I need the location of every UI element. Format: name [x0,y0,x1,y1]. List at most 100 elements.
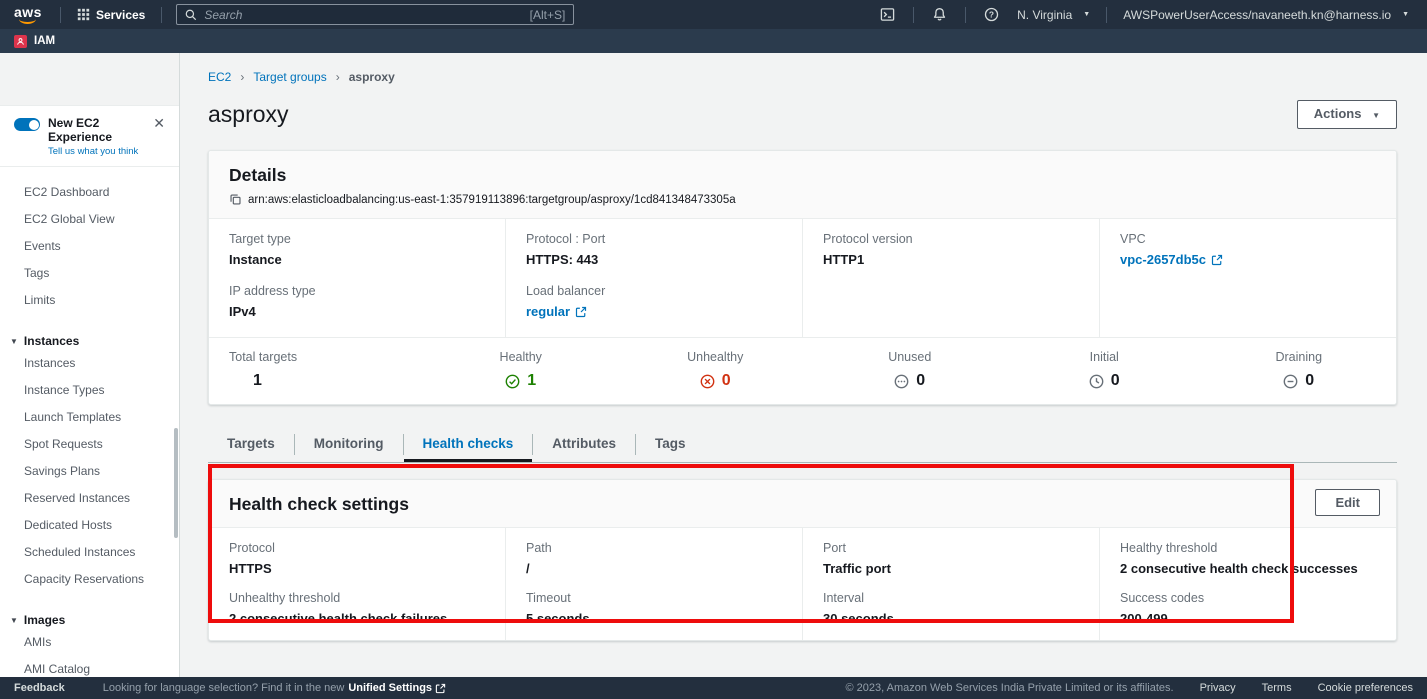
sidebar-item-reserved-instances[interactable]: Reserved Instances [0,487,179,510]
region-selector[interactable]: N. Virginia ▼ [1009,0,1098,29]
privacy-link[interactable]: Privacy [1200,682,1236,694]
favorites-bar: IAM [0,29,1427,53]
sidebar-nav: EC2 Dashboard EC2 Global View Events Tag… [0,167,179,677]
sidebar-item-ec2-global-view[interactable]: EC2 Global View [0,208,179,231]
account-menu[interactable]: AWSPowerUserAccess/navaneeth.kn@harness.… [1115,0,1417,29]
stat-label: Healthy [424,349,619,365]
field-label: Port [823,540,1079,556]
stat-value: 0 [1305,371,1314,391]
section-caret-icon: ▼ [10,616,18,625]
sidebar-item-scheduled-instances[interactable]: Scheduled Instances [0,541,179,564]
details-card-header: Details arn:aws:elasticloadbalancing:us-… [209,151,1396,219]
sidebar-item-savings-plans[interactable]: Savings Plans [0,460,179,483]
target-health-summary: Total targets 1 Healthy 1 Unhealthy 0 [209,337,1396,404]
sidebar-item-spot-requests[interactable]: Spot Requests [0,433,179,456]
sidebar-item-ec2-dashboard[interactable]: EC2 Dashboard [0,181,179,204]
notifications-button[interactable] [922,0,957,29]
details-column-3: Protocol versionHTTP1 [802,219,1099,337]
target-group-arn: arn:aws:elasticloadbalancing:us-east-1:3… [248,194,736,206]
tab-health-checks[interactable]: Health checks [404,427,533,462]
field-label: Unhealthy threshold [229,590,485,606]
aws-console-screen: aws Services [Alt+S] ? [0,0,1427,699]
sidebar-item-events[interactable]: Events [0,235,179,258]
field-label: Path [526,540,782,556]
sidebar-item-instance-types[interactable]: Instance Types [0,379,179,402]
field-value: HTTPS [229,560,485,577]
terms-link[interactable]: Terms [1262,682,1292,694]
footer-right-links: © 2023, Amazon Web Services India Privat… [846,682,1413,694]
help-icon: ? [984,7,999,22]
vpc-link-text: vpc-2657db5c [1120,251,1206,268]
health-check-card-header: Health check settings Edit [209,480,1396,528]
stat-total-targets: Total targets 1 [209,349,424,391]
main-content: EC2 › Target groups › asproxy asproxy Ac… [180,53,1427,677]
close-icon[interactable]: ✕ [151,116,167,130]
favorite-iam-link[interactable]: IAM [34,35,55,47]
divider [60,7,61,23]
sidebar-item-instances[interactable]: Instances [0,352,179,375]
feedback-button[interactable]: Feedback [14,682,65,694]
tell-us-link[interactable]: Tell us what you think [48,146,143,157]
sidebar-item-dedicated-hosts[interactable]: Dedicated Hosts [0,514,179,537]
copy-icon[interactable] [229,193,242,206]
vpc-link[interactable]: vpc-2657db5c [1120,251,1223,268]
load-balancer-link-text: regular [526,303,570,320]
ec2-sidebar: New EC2 Experience Tell us what you thin… [0,53,180,677]
aws-logo-text: aws [14,4,42,20]
field-value: Traffic port [823,560,1079,577]
sidebar-scrollbar[interactable] [174,428,178,538]
caret-down-icon: ▼ [1083,11,1090,18]
sidebar-item-tags[interactable]: Tags [0,262,179,285]
section-title: Images [24,613,65,627]
sidebar-section-instances[interactable]: ▼ Instances [0,330,179,352]
check-circle-icon [505,374,520,389]
toggle-knob [29,120,39,130]
new-experience-toggle-row: New EC2 Experience Tell us what you thin… [0,105,179,167]
new-ec2-experience-toggle[interactable] [14,118,40,131]
breadcrumb-target-groups-link[interactable]: Target groups [253,69,326,85]
sidebar-item-limits[interactable]: Limits [0,289,179,312]
cloudshell-button[interactable] [870,0,905,29]
tab-targets[interactable]: Targets [208,427,294,462]
footer-bar: Feedback Looking for language selection?… [0,677,1427,699]
stat-unused: Unused 0 [813,349,1008,391]
search-input[interactable] [204,8,522,22]
cookie-preferences-link[interactable]: Cookie preferences [1318,682,1413,694]
edit-button[interactable]: Edit [1315,489,1380,516]
stat-value: 1 [253,371,262,391]
details-grid: Target typeInstance IP address typeIPv4 … [209,219,1396,337]
tab-attributes[interactable]: Attributes [533,427,635,462]
external-link-icon [575,306,587,318]
stat-healthy: Healthy 1 [424,349,619,391]
help-button[interactable]: ? [974,0,1009,29]
stat-initial: Initial 0 [1007,349,1202,391]
sidebar-item-launch-templates[interactable]: Launch Templates [0,406,179,429]
sidebar-section-images[interactable]: ▼ Images [0,609,179,631]
field-value: / [526,560,782,577]
actions-button[interactable]: Actions ▼ [1297,100,1397,129]
field-label: Target type [229,231,485,247]
sidebar-item-amis[interactable]: AMIs [0,631,179,654]
sidebar-item-capacity-reservations[interactable]: Capacity Reservations [0,568,179,591]
unified-settings-link[interactable]: Unified Settings [348,682,446,694]
services-label: Services [96,8,145,22]
sidebar-item-ami-catalog[interactable]: AMI Catalog [0,658,179,677]
health-check-grid: ProtocolHTTPS Unhealthy threshold2 conse… [209,528,1396,640]
load-balancer-link[interactable]: regular [526,303,587,320]
breadcrumb-ec2-link[interactable]: EC2 [208,69,231,85]
field-label: Timeout [526,590,782,606]
breadcrumb: EC2 › Target groups › asproxy [208,69,1397,85]
divider [1106,7,1107,23]
global-search[interactable]: [Alt+S] [176,4,574,25]
svg-text:?: ? [989,9,994,19]
body: New EC2 Experience Tell us what you thin… [0,53,1427,677]
field-label: Healthy threshold [1120,540,1376,556]
tab-monitoring[interactable]: Monitoring [295,427,403,462]
details-column-4: VPC vpc-2657db5c [1099,219,1396,337]
details-column-1: Target typeInstance IP address typeIPv4 [209,219,505,337]
aws-logo[interactable]: aws [14,6,42,24]
services-menu-button[interactable]: Services [69,0,153,29]
field-label: IP address type [229,283,485,299]
health-check-settings-card: Health check settings Edit ProtocolHTTPS… [208,479,1397,641]
tab-tags[interactable]: Tags [636,427,705,462]
